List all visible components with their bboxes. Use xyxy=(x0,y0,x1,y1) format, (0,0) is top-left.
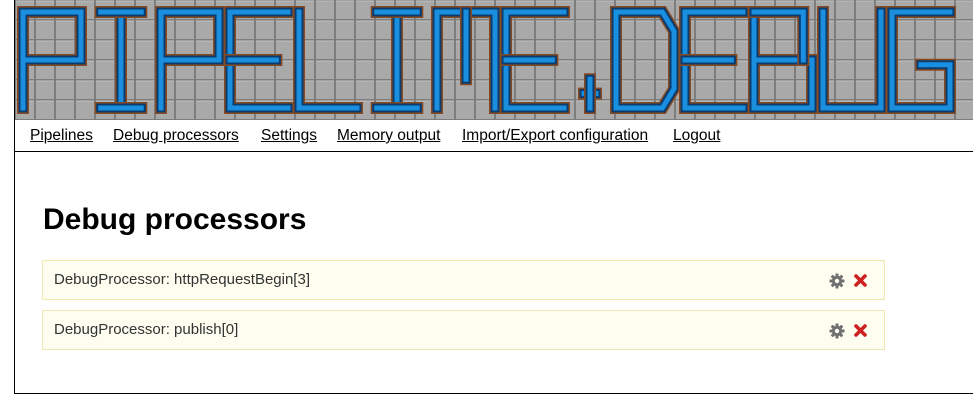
main-nav: Pipelines Debug processors Settings Memo… xyxy=(15,120,973,152)
nav-settings-link[interactable]: Settings xyxy=(261,127,317,145)
gear-icon[interactable] xyxy=(829,273,845,289)
nav-pipelines-link[interactable]: Pipelines xyxy=(30,127,93,145)
gear-icon[interactable] xyxy=(829,323,845,339)
page-title: Debug processors xyxy=(43,203,307,236)
pipeline-debug-logo-banner xyxy=(15,0,973,120)
processor-label: DebugProcessor: httpRequestBegin[3] xyxy=(54,271,310,288)
pipeline-debug-logo xyxy=(15,0,973,120)
processor-row: DebugProcessor: httpRequestBegin[3] xyxy=(42,260,885,300)
processor-row: DebugProcessor: publish[0] xyxy=(42,310,885,350)
nav-logout-link[interactable]: Logout xyxy=(673,127,720,145)
close-icon[interactable] xyxy=(853,273,868,288)
nav-debug-processors-link[interactable]: Debug processors xyxy=(113,127,239,145)
app-frame: Pipelines Debug processors Settings Memo… xyxy=(14,0,973,394)
processor-list: DebugProcessor: httpRequestBegin[3] Debu… xyxy=(42,260,885,360)
close-icon[interactable] xyxy=(853,323,868,338)
nav-import-export-link[interactable]: Import/Export configuration xyxy=(462,127,648,145)
nav-memory-output-link[interactable]: Memory output xyxy=(337,127,440,145)
processor-label: DebugProcessor: publish[0] xyxy=(54,321,239,338)
